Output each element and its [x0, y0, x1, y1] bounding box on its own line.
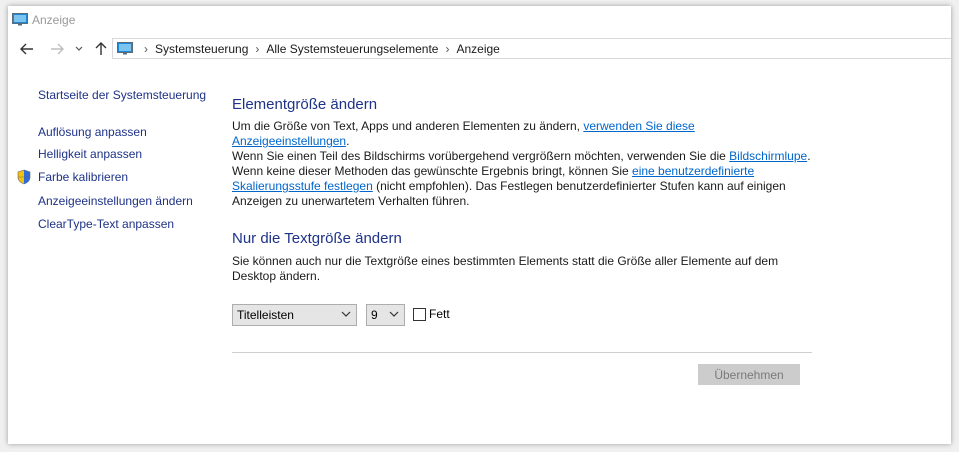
sidebar-item-brightness[interactable]: Helligkeit anpassen [38, 147, 142, 161]
apply-button[interactable]: Übernehmen [698, 364, 800, 385]
section-heading-element-size: Elementgröße ändern [232, 96, 378, 113]
breadcrumb-separator-icon: › [144, 41, 148, 56]
forward-button[interactable] [48, 39, 66, 59]
description-text: Wenn Sie einen Teil des Bildschirms vorü… [232, 149, 730, 163]
element-select[interactable]: Titelleisten [232, 304, 357, 326]
back-arrow-icon [20, 43, 33, 55]
display-icon [12, 13, 28, 26]
chevron-down-icon [389, 311, 399, 317]
uac-shield-icon [17, 169, 31, 185]
bold-checkbox[interactable] [413, 308, 426, 321]
section-heading-text-size: Nur die Textgröße ändern [232, 230, 402, 247]
element-select-value: Titelleisten [237, 308, 294, 322]
sidebar-home-link[interactable]: Startseite der Systemsteuerung [38, 88, 206, 102]
text-size-description: Sie können auch nur die Textgröße eines … [232, 254, 779, 283]
sidebar-item-display-settings[interactable]: Anzeigeeinstellungen ändern [38, 194, 193, 208]
control-panel-icon [117, 42, 133, 55]
breadcrumb-separator-icon: › [445, 41, 450, 56]
control-panel-window: Anzeige › Systemsteuerung › Alle Systems… [8, 6, 951, 444]
font-size-select-value: 9 [371, 308, 378, 322]
up-button[interactable] [92, 39, 110, 59]
sidebar-item-cleartype[interactable]: ClearType-Text anpassen [38, 217, 174, 231]
up-arrow-icon [95, 42, 107, 55]
description-text: . [807, 149, 811, 163]
chevron-down-icon [75, 46, 83, 51]
sidebar-item-resolution[interactable]: Auflösung anpassen [38, 125, 147, 139]
description-text: Um die Größe von Text, Apps und anderen … [232, 119, 584, 133]
description-text: . [346, 134, 350, 148]
breadcrumb-systemsteuerung[interactable]: Systemsteuerung [155, 42, 248, 56]
breadcrumb-separator-icon: › [255, 41, 260, 56]
chevron-down-icon [341, 311, 351, 317]
window-title: Anzeige [32, 13, 76, 27]
navigation-bar: › Systemsteuerung › Alle Systemsteuerung… [8, 34, 951, 64]
element-size-description: Um die Größe von Text, Apps und anderen … [232, 119, 812, 209]
magnifier-link[interactable]: Bildschirmlupe [729, 149, 807, 163]
forward-arrow-icon [51, 43, 64, 55]
font-size-select[interactable]: 9 [366, 304, 405, 326]
recent-locations-button[interactable] [73, 39, 85, 59]
sidebar-item-calibrate-color[interactable]: Farbe kalibrieren [38, 170, 128, 184]
breadcrumb-anzeige[interactable]: Anzeige [456, 42, 499, 56]
breadcrumb-all-items[interactable]: Alle Systemsteuerungselemente [266, 42, 438, 56]
description-text: Wenn keine dieser Methoden das gewünscht… [232, 164, 633, 178]
bold-checkbox-label: Fett [429, 307, 450, 321]
section-divider [232, 352, 812, 353]
back-button[interactable] [18, 39, 36, 59]
title-bar: Anzeige [8, 6, 951, 34]
address-bar[interactable]: › Systemsteuerung › Alle Systemsteuerung… [112, 38, 951, 59]
